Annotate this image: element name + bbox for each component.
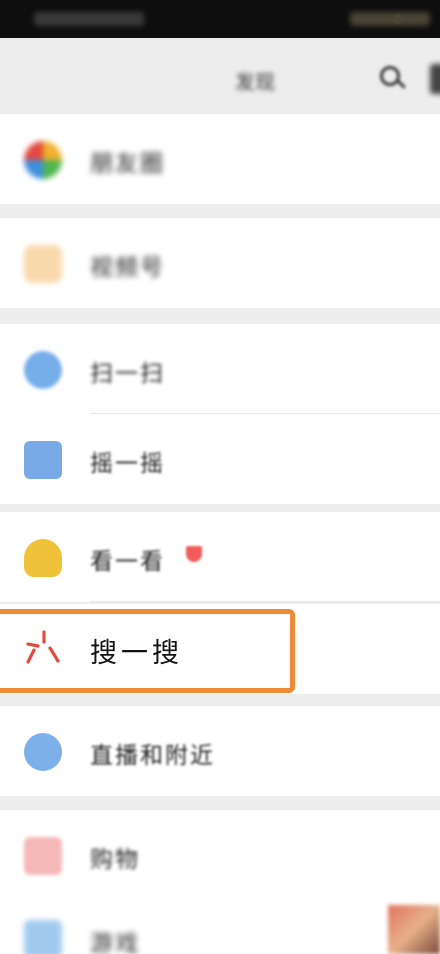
menu-item-label: 视频号 — [90, 255, 165, 281]
menu-item-scan[interactable]: 扫一扫 — [0, 324, 440, 414]
menu-item-shake[interactable]: 摇一摇 — [0, 414, 440, 504]
more-icon[interactable] — [430, 64, 440, 94]
page-title: 发现 — [235, 70, 275, 94]
search-icon[interactable] — [378, 64, 408, 94]
scan-icon — [24, 351, 62, 389]
menu-item-top-stories[interactable]: 看一看 — [0, 512, 440, 602]
menu-item-label: 购物 — [90, 847, 140, 873]
menu-item-label: 直播和附近 — [90, 743, 215, 769]
thumbnail-image — [388, 905, 440, 954]
shopping-bag-icon — [24, 837, 62, 875]
highlight-box — [0, 609, 295, 693]
menu-item-label: 游戏 — [90, 931, 140, 954]
nav-bar: 发现 — [0, 38, 440, 114]
channels-icon — [24, 245, 62, 283]
menu-item-channels[interactable]: 视频号 — [0, 218, 440, 308]
menu-item-label: 看一看 — [90, 549, 165, 575]
menu-item-shopping[interactable]: 购物 — [0, 810, 440, 900]
shake-icon — [24, 441, 62, 479]
top-stories-icon — [24, 539, 62, 577]
divider — [90, 601, 440, 602]
status-bar-time — [34, 12, 144, 26]
menu-item-label: 朋友圈 — [90, 151, 165, 177]
menu-item-label: 摇一摇 — [90, 451, 165, 477]
menu-item-label: 扫一扫 — [90, 361, 165, 387]
menu-item-nearby[interactable]: 直播和附近 — [0, 706, 440, 796]
moments-icon — [24, 141, 62, 179]
menu-item-games[interactable]: 游戏 — [0, 900, 440, 954]
status-bar — [0, 0, 440, 38]
status-bar-indicators — [350, 12, 430, 26]
games-icon — [24, 920, 62, 954]
notification-badge — [186, 546, 202, 562]
menu-item-moments[interactable]: 朋友圈 — [0, 114, 440, 204]
nearby-icon — [24, 733, 62, 771]
